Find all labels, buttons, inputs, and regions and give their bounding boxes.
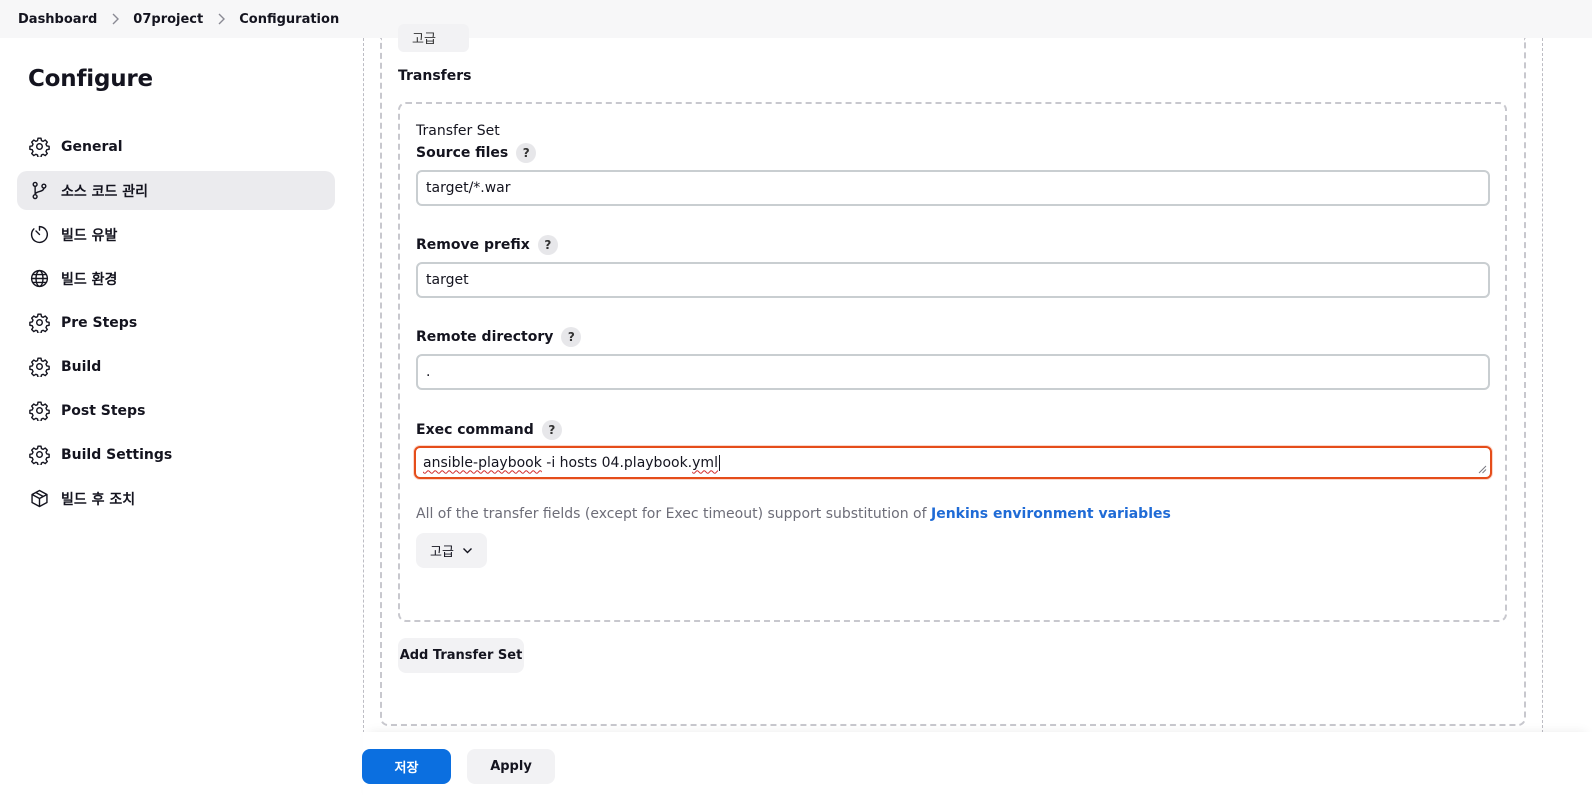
advanced-button-clipped[interactable]: 고급 <box>398 24 469 52</box>
sidebar-item-label: Build Settings <box>61 446 173 463</box>
package-icon <box>28 488 50 510</box>
git-branch-icon <box>28 180 50 202</box>
page-title: Configure <box>28 66 153 92</box>
sidebar-item-label: Post Steps <box>61 402 146 419</box>
exec-command-value: ansible-playbook -i hosts 04.playbook.ym… <box>423 454 720 471</box>
sidebar-item-build-triggers[interactable]: 빌드 유발 <box>17 215 335 254</box>
breadcrumb: Dashboard 07project Configuration <box>0 0 1592 38</box>
sidebar-item-label: 빌드 유발 <box>61 227 118 244</box>
source-files-label: Source files ? <box>416 143 537 163</box>
hint-text: All of the transfer fields (except for E… <box>416 506 932 522</box>
sidebar-item-source-code[interactable]: 소스 코드 관리 <box>17 171 335 210</box>
breadcrumb-configuration[interactable]: Configuration <box>239 12 339 27</box>
sidebar-item-label: Build <box>61 358 102 375</box>
source-files-input[interactable]: target/*.war <box>416 170 1490 206</box>
exec-command-label: Exec command ? <box>416 420 562 440</box>
source-files-value: target/*.war <box>426 180 511 196</box>
remote-directory-input[interactable]: . <box>416 354 1490 390</box>
sidebar-item-label: 빌드 후 조치 <box>61 491 136 508</box>
help-icon[interactable]: ? <box>537 235 558 255</box>
help-icon[interactable]: ? <box>516 143 537 163</box>
sidebar-item-post-steps[interactable]: Post Steps <box>17 391 335 430</box>
timer-icon <box>28 224 50 246</box>
sidebar-item-general[interactable]: General <box>17 127 335 166</box>
gear-icon <box>28 444 50 466</box>
chevron-right-icon <box>97 13 133 25</box>
remote-directory-label-text: Remote directory <box>416 329 554 345</box>
gear-icon <box>28 136 50 158</box>
remote-directory-label: Remote directory ? <box>416 327 582 347</box>
chevron-down-icon <box>462 548 472 554</box>
sidebar-item-post-build-actions[interactable]: 빌드 후 조치 <box>17 479 335 518</box>
advanced-button-label: 고급 <box>430 545 454 560</box>
gear-icon <box>28 312 50 334</box>
advanced-button[interactable]: 고급 <box>416 533 487 568</box>
remove-prefix-label-text: Remove prefix <box>416 237 530 253</box>
sidebar-item-label: 빌드 환경 <box>61 271 118 288</box>
exec-command-word-middle: -i hosts 04.playbook. <box>541 454 693 471</box>
sidebar-item-label: 소스 코드 관리 <box>61 183 149 200</box>
globe-icon <box>28 268 50 290</box>
save-button[interactable]: 저장 <box>362 749 451 784</box>
sidebar-item-label: Pre Steps <box>61 314 138 331</box>
remove-prefix-label: Remove prefix ? <box>416 235 558 255</box>
gear-icon <box>28 400 50 422</box>
breadcrumb-project[interactable]: 07project <box>133 12 203 27</box>
transfer-set-title: Transfer Set <box>416 123 500 139</box>
remove-prefix-value: target <box>426 272 469 288</box>
apply-button[interactable]: Apply <box>467 749 555 784</box>
gear-icon <box>28 356 50 378</box>
remove-prefix-input[interactable]: target <box>416 262 1490 298</box>
exec-command-label-text: Exec command <box>416 422 534 438</box>
exec-command-word-1: ansible-playbook <box>423 454 542 471</box>
sidebar-item-pre-steps[interactable]: Pre Steps <box>17 303 335 342</box>
exec-command-word-2: yml <box>692 454 718 471</box>
sidebar-item-build-environment[interactable]: 빌드 환경 <box>17 259 335 298</box>
substitution-hint: All of the transfer fields (except for E… <box>416 506 1171 522</box>
add-transfer-set-button[interactable]: Add Transfer Set <box>398 638 524 673</box>
sidebar-item-build-settings[interactable]: Build Settings <box>17 435 335 474</box>
text-caret <box>718 454 720 471</box>
breadcrumb-dashboard[interactable]: Dashboard <box>18 12 97 27</box>
source-files-label-text: Source files <box>416 145 509 161</box>
remote-directory-value: . <box>426 364 431 380</box>
resize-handle-icon[interactable] <box>1478 465 1487 474</box>
help-icon[interactable]: ? <box>541 420 562 440</box>
chevron-right-icon <box>203 13 239 25</box>
sidebar-item-build[interactable]: Build <box>17 347 335 386</box>
jenkins-env-vars-link[interactable]: Jenkins environment variables <box>931 506 1171 522</box>
sidebar-item-label: General <box>61 138 123 155</box>
transfers-title: Transfers <box>398 68 472 84</box>
help-icon[interactable]: ? <box>561 327 582 347</box>
exec-command-textarea[interactable]: ansible-playbook -i hosts 04.playbook.ym… <box>414 446 1492 479</box>
